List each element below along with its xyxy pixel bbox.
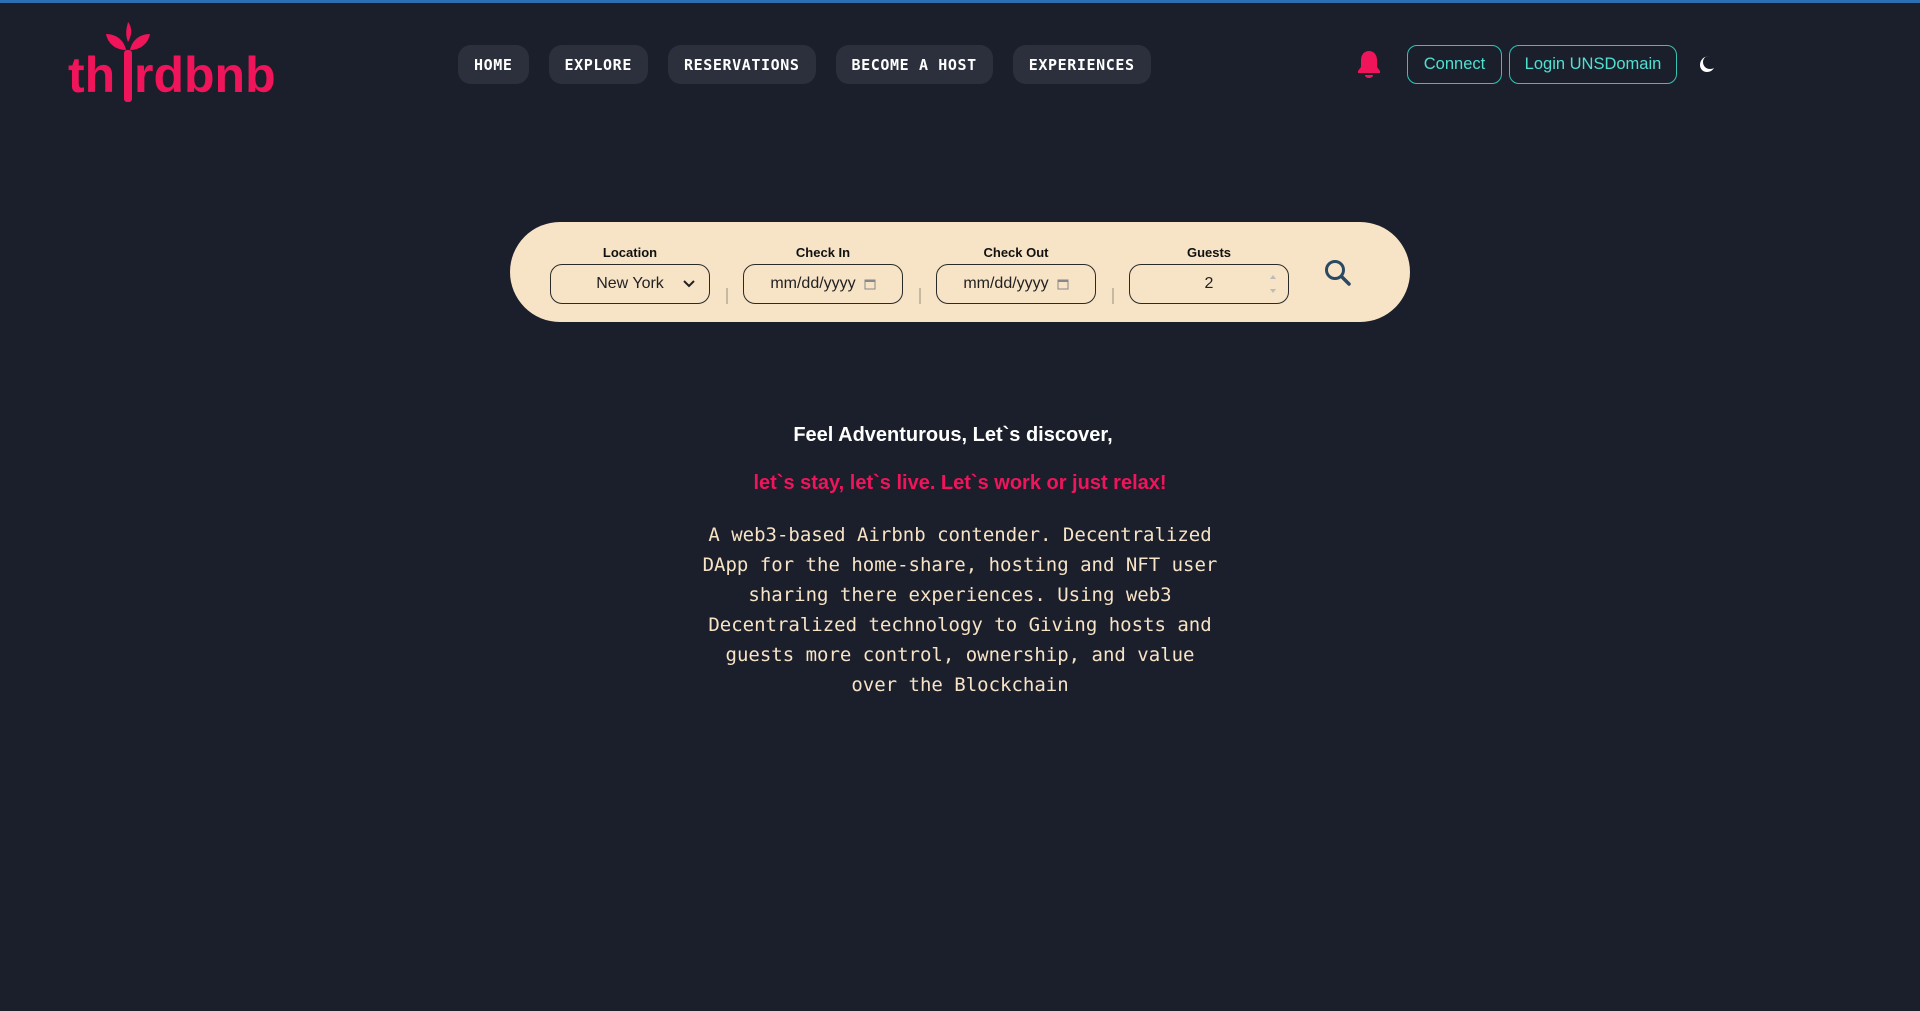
- nav-reservations[interactable]: RESERVATIONS: [667, 45, 816, 84]
- check-out-label: Check Out: [983, 245, 1049, 260]
- nav-home[interactable]: HOME: [458, 45, 529, 84]
- moon-icon[interactable]: [1696, 54, 1716, 74]
- check-in-input[interactable]: mm/dd/yyyy: [743, 264, 903, 304]
- bell-icon[interactable]: [1355, 49, 1383, 79]
- hero-subtitle: let`s stay, let`s live. Let`s work or ju…: [753, 472, 1167, 494]
- login-unsdomain-button[interactable]: Login UNSDomain: [1509, 45, 1677, 84]
- field-separator: [919, 288, 921, 304]
- check-in-placeholder: mm/dd/yyyy: [770, 275, 856, 292]
- top-accent-line: [0, 0, 1920, 3]
- connect-button[interactable]: Connect: [1407, 45, 1502, 84]
- hero-title: Feel Adventurous, Let`s discover,: [793, 424, 1113, 446]
- calendar-icon[interactable]: [1057, 278, 1069, 290]
- check-out-field: Check Out mm/dd/yyyy: [936, 244, 1096, 304]
- thirdbnb-logo[interactable]: th rdbnb: [68, 20, 284, 108]
- main-nav: HOME EXPLORE RESERVATIONS BECOME A HOST …: [458, 45, 1151, 84]
- nav-explore[interactable]: EXPLORE: [548, 45, 648, 84]
- chevron-down-icon: [683, 280, 695, 288]
- check-out-placeholder: mm/dd/yyyy: [963, 275, 1049, 292]
- guests-field: Guests 2: [1129, 244, 1289, 304]
- search-bar: Location New York Check In mm/dd/yyyy Ch…: [510, 222, 1410, 322]
- check-in-field: Check In mm/dd/yyyy: [743, 244, 903, 304]
- location-label: Location: [602, 245, 658, 260]
- field-separator: [1112, 288, 1114, 304]
- svg-text:rdbnb: rdbnb: [134, 47, 276, 103]
- hero-description: A web3-based Airbnb contender. Decentral…: [702, 524, 1218, 696]
- nav-become-a-host[interactable]: BECOME A HOST: [835, 45, 993, 84]
- location-select[interactable]: New York: [550, 264, 710, 304]
- field-separator: [726, 288, 728, 304]
- calendar-icon[interactable]: [864, 278, 876, 290]
- location-field: Location New York: [550, 244, 710, 304]
- spinner-arrows-icon[interactable]: [1268, 271, 1278, 297]
- check-out-input[interactable]: mm/dd/yyyy: [936, 264, 1096, 304]
- location-value: New York: [596, 275, 664, 292]
- svg-text:th: th: [68, 47, 115, 103]
- check-in-label: Check In: [795, 245, 851, 260]
- search-icon[interactable]: [1323, 258, 1353, 288]
- guests-stepper[interactable]: 2: [1129, 264, 1289, 304]
- guests-value: 2: [1204, 275, 1214, 292]
- guests-label: Guests: [1186, 245, 1232, 260]
- nav-experiences[interactable]: EXPERIENCES: [1012, 45, 1151, 84]
